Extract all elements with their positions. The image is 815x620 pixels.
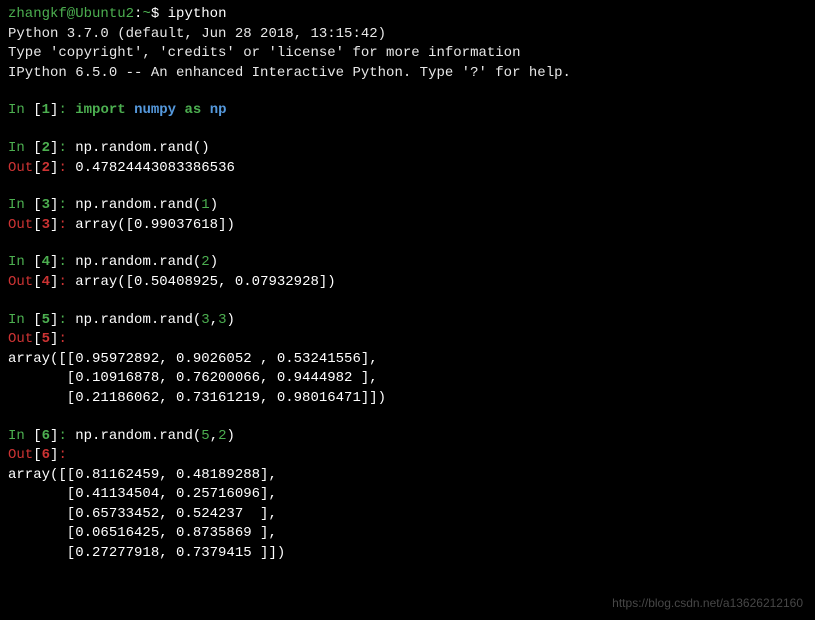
terminal-output[interactable]: zhangkf@Ubuntu2:~$ ipython Python 3.7.0 … — [8, 5, 807, 564]
out-2: Out[2]: 0.47824443083386536 — [8, 159, 807, 179]
blank — [8, 83, 807, 101]
watermark: https://blog.csdn.net/a13626212160 — [612, 595, 803, 612]
out-6-label: Out[6]: — [8, 446, 807, 466]
in-1: In [1]: import numpy as np — [8, 101, 807, 121]
python-header-1: Python 3.7.0 (default, Jun 28 2018, 13:1… — [8, 25, 807, 45]
blank — [8, 293, 807, 311]
out-6-l1: array([[0.81162459, 0.48189288], — [8, 466, 807, 486]
out-5-l3: [0.21186062, 0.73161219, 0.98016471]]) — [8, 389, 807, 409]
python-header-3: IPython 6.5.0 -- An enhanced Interactive… — [8, 64, 807, 84]
out-3: Out[3]: array([0.99037618]) — [8, 216, 807, 236]
blank — [8, 178, 807, 196]
blank — [8, 235, 807, 253]
out-6-l5: [0.27277918, 0.7379415 ]]) — [8, 544, 807, 564]
python-header-2: Type 'copyright', 'credits' or 'license'… — [8, 44, 807, 64]
in-6: In [6]: np.random.rand(5,2) — [8, 427, 807, 447]
out-6-l4: [0.06516425, 0.8735869 ], — [8, 524, 807, 544]
out-4: Out[4]: array([0.50408925, 0.07932928]) — [8, 273, 807, 293]
shell-user: zhangkf@Ubuntu2 — [8, 6, 134, 22]
in-3: In [3]: np.random.rand(1) — [8, 196, 807, 216]
out-5-l1: array([[0.95972892, 0.9026052 , 0.532415… — [8, 350, 807, 370]
out-6-l2: [0.41134504, 0.25716096], — [8, 485, 807, 505]
out-6-l3: [0.65733452, 0.524237 ], — [8, 505, 807, 525]
in-5: In [5]: np.random.rand(3,3) — [8, 311, 807, 331]
blank — [8, 121, 807, 139]
out-5-l2: [0.10916878, 0.76200066, 0.9444982 ], — [8, 369, 807, 389]
in-2: In [2]: np.random.rand() — [8, 139, 807, 159]
out-5-label: Out[5]: — [8, 330, 807, 350]
shell-prompt-line: zhangkf@Ubuntu2:~$ ipython — [8, 5, 807, 25]
shell-command: ipython — [168, 6, 227, 22]
in-4: In [4]: np.random.rand(2) — [8, 253, 807, 273]
blank — [8, 409, 807, 427]
